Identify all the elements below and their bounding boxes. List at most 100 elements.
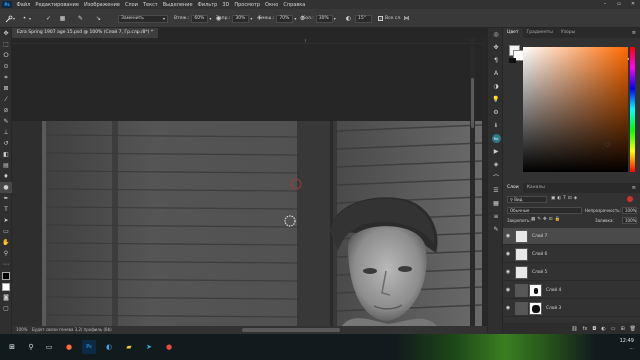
crop-tool[interactable]: ⌗ — [0, 72, 12, 83]
layer-mask-thumbnail[interactable] — [529, 283, 542, 297]
amount-input[interactable]: 30% — [315, 14, 333, 23]
shapes-button[interactable]: ◈ — [488, 158, 504, 171]
eyedropper-tool[interactable]: ⁄ — [0, 94, 12, 105]
group-icon[interactable]: ▭ — [611, 326, 616, 332]
mode-dropdown[interactable]: Заменить ▾ — [118, 14, 168, 23]
artboard-tool[interactable]: ⬚ — [0, 39, 12, 50]
path-selection-tool[interactable]: ➤ — [0, 215, 12, 226]
tool-preset-picker[interactable]: ▾ — [4, 14, 15, 23]
plugin-button[interactable]: RA — [488, 132, 504, 145]
angle-input[interactable]: 15° — [355, 14, 372, 23]
menu-help[interactable]: Справка — [281, 2, 308, 8]
trash-icon[interactable]: 🗑 — [630, 326, 636, 332]
more-tools[interactable]: ⋯ — [0, 259, 12, 270]
layer-row[interactable]: ◉ Слой 3 — [503, 300, 640, 317]
opacity-input[interactable]: 30% — [232, 14, 250, 23]
layer-row[interactable]: ◉ Слой 5 — [503, 264, 640, 281]
maximize-button[interactable]: ▫ — [612, 0, 626, 9]
quick-mask-button[interactable]: ◙ — [0, 292, 12, 303]
paragraph-button[interactable]: ¶ — [488, 54, 504, 67]
app-button[interactable]: ● — [162, 340, 176, 354]
chevron-down-icon[interactable]: ▾ — [294, 16, 296, 21]
lock-icons[interactable]: ▦✎✥⊡🔒 — [531, 217, 562, 222]
blur-tool[interactable]: ♦ — [0, 171, 12, 182]
link-icon[interactable]: ⛓ — [571, 326, 577, 332]
menu-image[interactable]: Изображение — [81, 2, 122, 8]
menu-file[interactable]: Файл — [14, 2, 33, 8]
layer-row[interactable]: ◉ Слой 4 — [503, 282, 640, 299]
blend-mode-dropdown[interactable]: Обычные — [507, 207, 582, 214]
telegram-button[interactable]: ➤ — [142, 340, 156, 354]
chevron-down-icon[interactable]: ▾ — [250, 16, 252, 21]
actions-button[interactable]: ▶ — [488, 145, 504, 158]
explorer-button[interactable]: ▰ — [122, 340, 136, 354]
menu-type[interactable]: Текст — [140, 2, 160, 8]
brush-presets-button[interactable]: ✤ — [488, 41, 504, 54]
vertical-scrollbar[interactable] — [470, 38, 475, 326]
eraser-tool[interactable]: ◧ — [0, 149, 12, 160]
clone-stamp-tool[interactable]: ⊥ — [0, 127, 12, 138]
taskbar-clock[interactable]: 12:49 ... — [620, 338, 634, 352]
task-view-button[interactable]: ▭ — [42, 340, 56, 354]
chevron-right-icon[interactable]: › — [94, 326, 96, 334]
chevron-down-icon[interactable]: ▾ — [334, 16, 336, 21]
dodge-tool[interactable]: ● — [0, 182, 12, 193]
tab-channels[interactable]: Каналы — [523, 183, 549, 193]
tab-color[interactable]: Цвет — [503, 28, 523, 38]
flow-input[interactable]: 60% — [191, 14, 209, 23]
smoothing-input[interactable]: 70% — [276, 14, 294, 23]
menu-3d[interactable]: 3D — [220, 2, 232, 8]
brush-tool[interactable]: ✎ — [0, 116, 12, 127]
horizontal-scrollbar[interactable] — [242, 328, 340, 332]
pen-tool[interactable]: ✒ — [0, 193, 12, 204]
quick-selection-tool[interactable]: ⊙ — [0, 61, 12, 72]
character-button[interactable]: A — [488, 67, 504, 80]
info-button[interactable]: ℹ — [488, 119, 504, 132]
chevron-down-icon[interactable]: ▾ — [209, 16, 211, 21]
document-tab[interactable]: Ezra Spring 1907 age 15.psd @ 100% (Слой… — [12, 28, 159, 38]
toggle-brush-panel-button[interactable]: ▦ — [58, 14, 67, 23]
layer-filter-dropdown[interactable]: ⚲ Вид — [507, 196, 547, 203]
eye-icon[interactable]: ◉ — [503, 287, 513, 293]
edge-button[interactable]: ◐ — [102, 340, 116, 354]
color-field[interactable] — [523, 47, 628, 172]
close-button[interactable]: ✕ — [626, 0, 640, 9]
menu-filter[interactable]: Фильтр — [195, 2, 220, 8]
firefox-button[interactable]: ● — [62, 340, 76, 354]
menu-view[interactable]: Просмотр — [232, 2, 263, 8]
background-color[interactable] — [0, 281, 12, 292]
channels-button[interactable]: ≡ — [488, 210, 504, 223]
add-mask-icon[interactable]: ◘ — [592, 326, 596, 332]
filter-toggle-icon[interactable] — [627, 196, 633, 202]
eye-icon[interactable]: ◉ — [503, 269, 513, 275]
glyphs-button[interactable]: ☰ — [488, 184, 504, 197]
search-button[interactable]: ⚲ — [24, 340, 38, 354]
layer-mask-thumbnail[interactable] — [529, 301, 542, 315]
mode-selector[interactable]: ✎ — [76, 14, 85, 23]
photo-canvas[interactable] — [12, 121, 482, 326]
brush-settings-button[interactable]: ✓ — [44, 14, 53, 23]
tab-gradients[interactable]: Градиенты — [523, 28, 557, 38]
type-tool[interactable]: T — [0, 204, 12, 215]
panel-menu-icon[interactable]: ≡ — [632, 30, 640, 36]
layer-opacity-input[interactable]: 100% — [622, 207, 637, 214]
zoom-level[interactable]: 100% — [16, 326, 27, 334]
rectangle-tool[interactable]: ▭ — [0, 226, 12, 237]
tab-layers[interactable]: Слои — [503, 183, 523, 193]
properties-button[interactable]: ⚙ — [488, 106, 504, 119]
scrollbar-thumb[interactable] — [471, 78, 474, 128]
layer-fill-input[interactable]: 100% — [622, 217, 637, 224]
symmetry-button[interactable]: ⋈ — [402, 14, 411, 23]
paths-button[interactable]: ⌒ — [488, 171, 504, 184]
adjustments-button[interactable]: ◑ — [488, 80, 504, 93]
menu-edit[interactable]: Редактирование — [33, 2, 82, 8]
swatches-button[interactable]: ▦ — [488, 197, 504, 210]
hue-slider-handle-icon[interactable]: ◂ — [627, 56, 629, 61]
zoom-tool[interactable]: ⚲ — [0, 248, 12, 259]
photoshop-taskbar-button[interactable]: Ps — [82, 340, 96, 354]
gradient-tool[interactable]: ▤ — [0, 160, 12, 171]
notes-button[interactable]: ✎ — [488, 223, 504, 236]
lasso-tool[interactable]: ⵔ — [0, 50, 12, 61]
screen-mode-button[interactable]: ▢ — [0, 303, 12, 314]
canvas-area[interactable] — [12, 38, 487, 326]
